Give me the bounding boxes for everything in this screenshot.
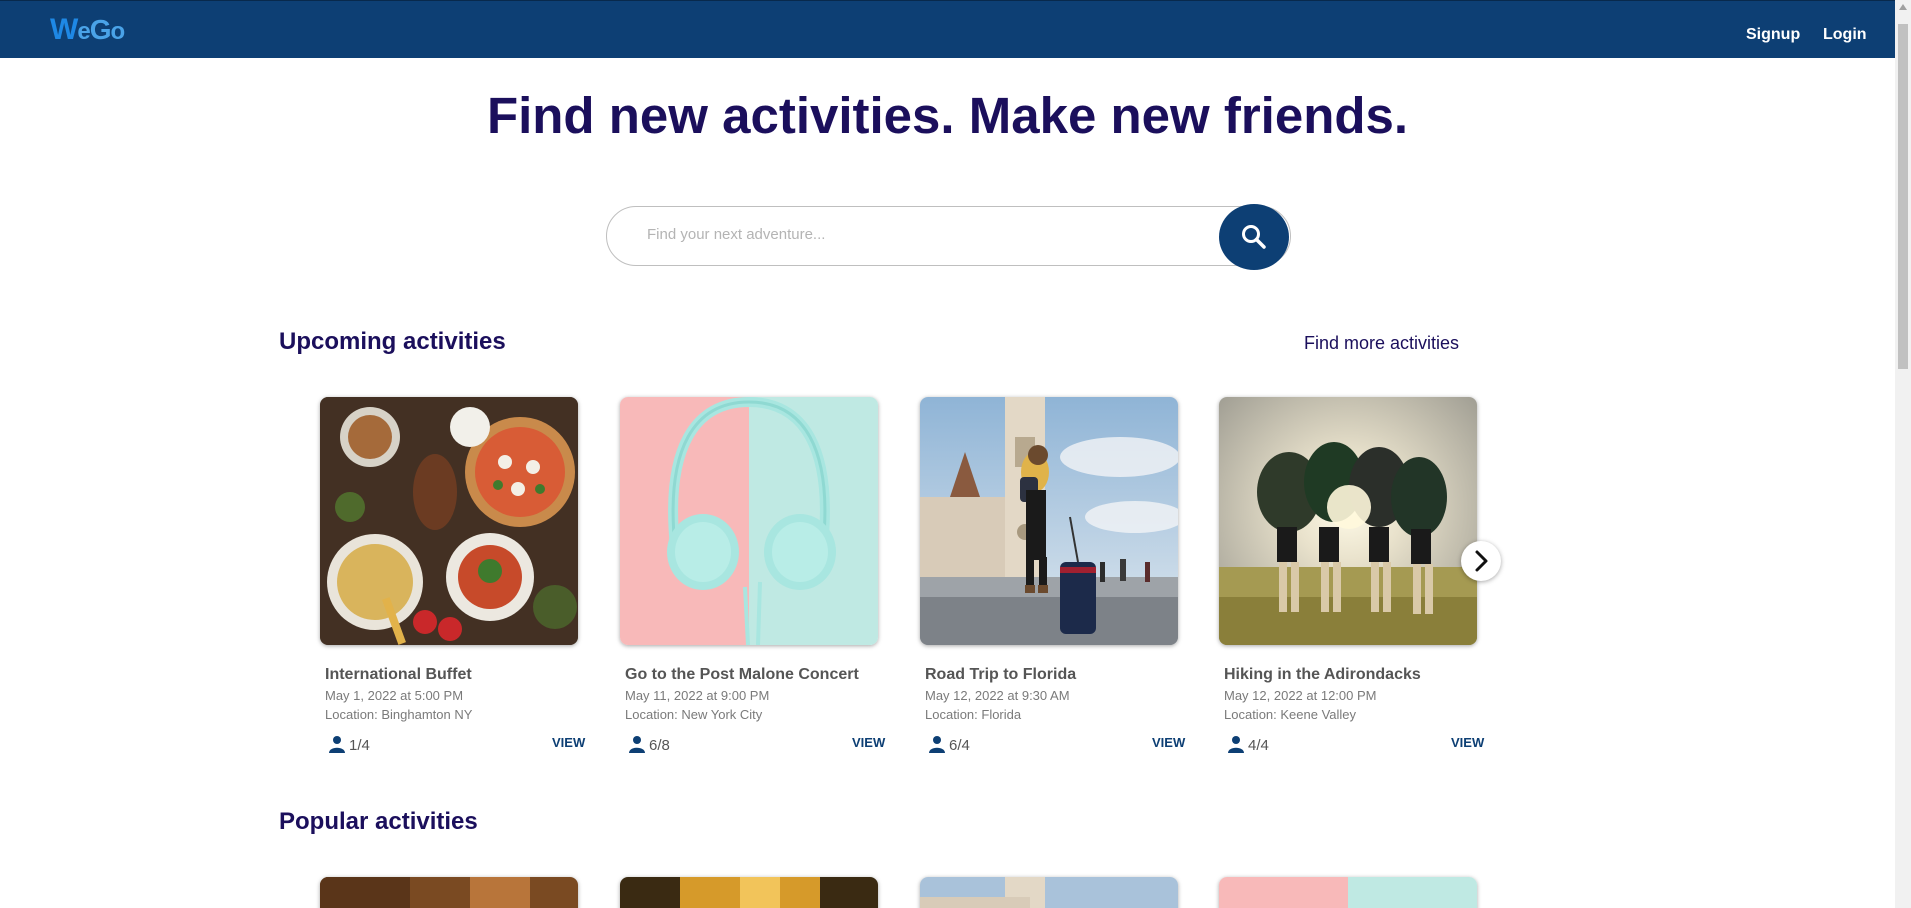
vertical-scrollbar[interactable]	[1895, 0, 1911, 908]
navbar: WeGo Signup Login	[0, 0, 1895, 58]
attendee-count: 4/4	[1227, 735, 1269, 754]
person-icon	[629, 736, 645, 753]
page: WeGo Signup Login Find new activities. M…	[0, 0, 1895, 908]
search-input[interactable]	[645, 225, 1209, 244]
view-button[interactable]: VIEW	[852, 735, 885, 750]
popular-card-image[interactable]	[620, 877, 878, 908]
attendee-count-value: 1/4	[349, 737, 370, 754]
traveler-church-image[interactable]	[920, 397, 1178, 645]
login-link[interactable]: Login	[1823, 26, 1867, 44]
card-title[interactable]: Road Trip to Florida	[925, 666, 1076, 684]
card-location: Location: Florida	[925, 707, 1022, 722]
attendee-count: 6/4	[928, 735, 970, 754]
popular-card-image[interactable]	[1219, 877, 1477, 908]
headphones-image[interactable]	[620, 397, 878, 645]
card-date: May 12, 2022 at 9:30 AM	[925, 688, 1070, 703]
scrollbar-thumb[interactable]	[1898, 24, 1908, 369]
view-button[interactable]: VIEW	[1152, 735, 1185, 750]
search-icon	[1242, 225, 1266, 249]
card-date: May 1, 2022 at 5:00 PM	[325, 688, 464, 703]
attendee-count-value: 6/8	[649, 737, 670, 754]
person-icon	[1228, 736, 1244, 753]
card-date: May 12, 2022 at 12:00 PM	[1224, 688, 1377, 703]
view-button[interactable]: VIEW	[552, 735, 585, 750]
card-location: Location: New York City	[625, 707, 763, 722]
hero-title: Find new activities. Make new friends.	[486, 87, 1409, 144]
card-title[interactable]: Go to the Post Malone Concert	[625, 666, 859, 684]
popular-section-title: Popular activities	[279, 808, 478, 835]
wego-logo[interactable]: WeGo	[50, 13, 125, 47]
person-icon	[929, 736, 945, 753]
card-title[interactable]: Hiking in the Adirondacks	[1224, 666, 1421, 684]
popular-card-image[interactable]	[920, 877, 1178, 908]
card-date: May 11, 2022 at 9:00 PM	[625, 688, 770, 703]
team-huddle-image[interactable]	[1219, 397, 1477, 645]
person-icon	[329, 736, 345, 753]
attendee-count-value: 4/4	[1248, 737, 1269, 754]
food-spread-image[interactable]	[320, 397, 578, 645]
search-box	[606, 206, 1291, 266]
carousel-next-button[interactable]	[1461, 541, 1501, 581]
card-location: Location: Keene Valley	[1224, 707, 1357, 722]
signup-link[interactable]: Signup	[1746, 26, 1800, 44]
attendee-count-value: 6/4	[949, 737, 970, 754]
find-more-activities-link[interactable]: Find more activities	[1304, 333, 1459, 354]
popular-card-image[interactable]	[320, 877, 578, 908]
attendee-count: 6/8	[628, 735, 670, 754]
chevron-right-icon	[1475, 550, 1488, 572]
view-button[interactable]: VIEW	[1451, 735, 1484, 750]
attendee-count: 1/4	[328, 735, 370, 754]
card-title[interactable]: International Buffet	[325, 666, 472, 684]
search-button[interactable]	[1219, 204, 1289, 270]
upcoming-section-title: Upcoming activities	[279, 328, 506, 355]
card-location: Location: Binghamton NY	[325, 707, 473, 722]
scroll-up-arrow-icon[interactable]	[1899, 4, 1907, 10]
